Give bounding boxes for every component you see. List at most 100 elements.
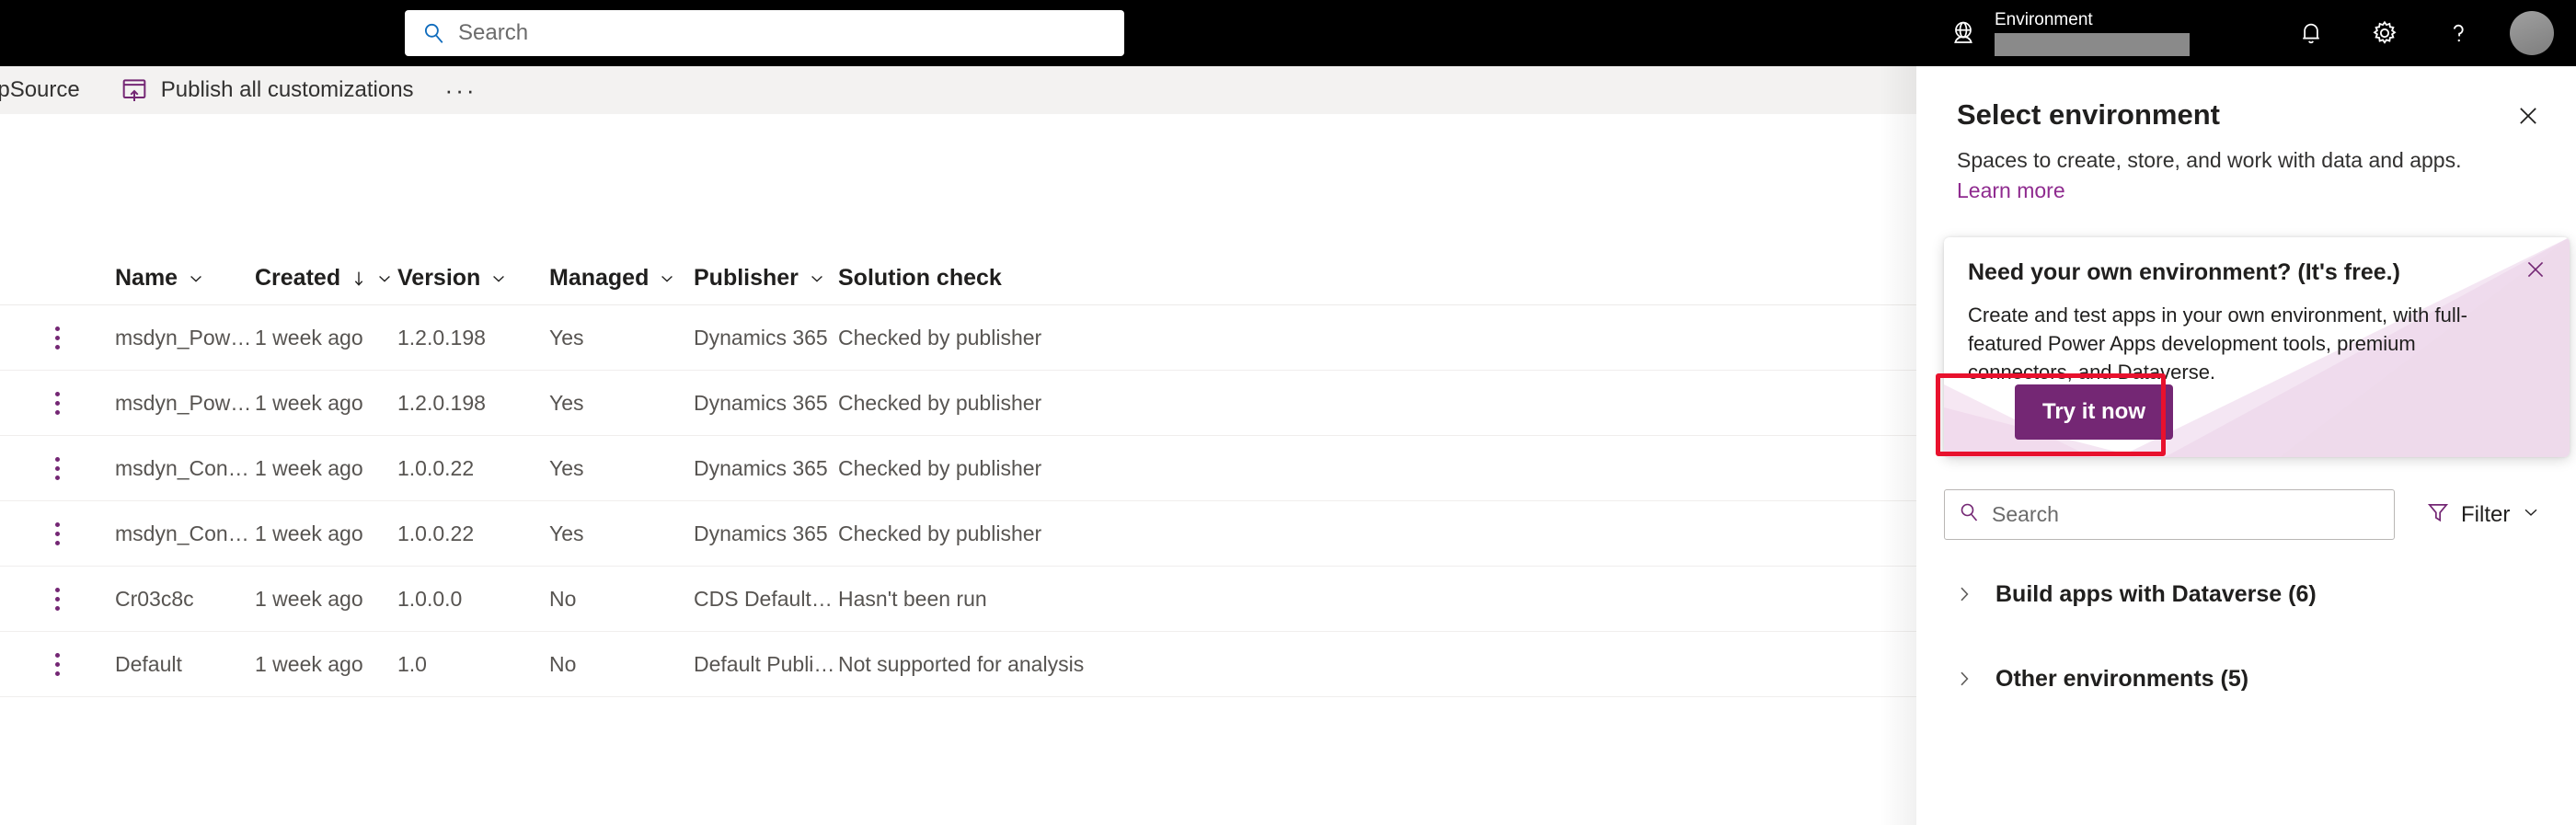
cell-created: 1 week ago [255,455,363,480]
appsource-button[interactable]: AppSource [0,66,89,114]
column-header-managed[interactable]: Managed [549,265,694,292]
command-bar: AppSource Publish all customizations ··· [0,66,1916,114]
cell-created: 1 week ago [255,521,363,545]
column-header-solution-check[interactable]: Solution check [838,265,1280,292]
cell-created: 1 week ago [255,390,363,415]
column-header-name[interactable]: Name [115,265,255,292]
table-row[interactable]: msdyn_PowerAppsC... 1 week ago 1.2.0.198… [0,371,1916,436]
close-icon[interactable] [2508,96,2548,136]
row-more-actions-icon[interactable] [0,326,115,349]
appsource-label: AppSource [0,77,80,102]
cell-name: msdyn_PowerAppsC... [115,325,255,349]
row-more-actions-icon[interactable] [0,391,115,415]
table-row[interactable]: Cr03c8c 1 week ago 1.0.0.0 No CDS Defaul… [0,567,1916,632]
cell-solution-check: Checked by publisher [838,325,1042,349]
cell-version: 1.0.0.22 [397,521,475,545]
environment-value-redacted [1995,33,2190,56]
row-more-actions-icon[interactable] [0,587,115,611]
panel-header: Select environment Spaces to create, sto… [1916,66,2576,204]
promo-body: Create and test apps in your own environ… [1968,304,2467,384]
chevron-down-icon [2521,502,2541,527]
column-header-version[interactable]: Version [397,265,549,292]
column-header-publisher[interactable]: Publisher [694,265,838,292]
cell-managed: Yes [549,521,584,545]
table-row[interactable]: msdyn_ContextualH... 1 week ago 1.0.0.22… [0,501,1916,567]
global-search-placeholder: Search [458,20,529,45]
cell-publisher: Dynamics 365 [694,521,828,545]
column-header-publisher-label: Publisher [694,265,799,291]
cell-solution-check: Checked by publisher [838,521,1042,545]
column-header-name-label: Name [115,265,178,291]
chevron-right-icon [1944,583,1995,605]
chevron-right-icon [1944,668,1995,690]
grid-header-row: Name Created Version Managed Publisher S… [0,252,1916,305]
try-it-now-button[interactable]: Try it now [2015,384,2174,440]
table-row[interactable]: msdyn_PowerAppsC... 1 week ago 1.2.0.198… [0,305,1916,371]
cell-version: 1.0 [397,651,427,676]
cell-name: msdyn_PowerAppsC... [115,390,255,415]
cell-solution-check: Checked by publisher [838,455,1042,480]
cell-name: msdyn_ContextualH... [115,455,255,480]
chevron-down-icon [808,269,826,288]
top-bar-right-cluster: Environment [1939,0,2576,66]
column-header-created[interactable]: Created [255,265,397,292]
cell-publisher: Default Publisher for... [694,651,838,676]
row-more-actions-icon[interactable] [0,521,115,545]
cell-name: Cr03c8c [115,586,194,611]
gear-icon[interactable] [2359,7,2410,59]
main-content: Name Created Version Managed Publisher S… [0,114,1916,825]
filter-label: Filter [2461,501,2511,527]
cell-solution-check: Hasn't been run [838,586,987,611]
search-icon [420,19,447,47]
environment-group-list: Build apps with Dataverse (6) Other envi… [1944,552,2570,721]
promo-callout-content: Need your own environment? (It's free.) … [1944,237,2570,386]
panel-search-row: Search Filter [1944,489,2570,540]
column-header-solution-check-label: Solution check [838,265,1002,291]
chevron-down-icon [658,269,676,288]
bell-icon[interactable] [2285,7,2337,59]
cell-version: 1.0.0.22 [397,455,475,480]
cell-version: 1.2.0.198 [397,390,486,415]
cell-managed: Yes [549,390,584,415]
environment-indicator[interactable]: Environment [1995,9,2190,57]
top-app-bar: Search Environment [0,0,2576,66]
row-more-actions-icon[interactable] [0,652,115,676]
column-header-version-label: Version [397,265,481,291]
cell-managed: No [549,651,577,676]
promo-title: Need your own environment? (It's free.) [1968,259,2400,285]
cell-name: Default [115,651,182,676]
cell-created: 1 week ago [255,325,363,349]
cell-publisher: Dynamics 365 [694,455,828,480]
publish-all-customizations-button[interactable]: Publish all customizations [89,66,414,114]
row-more-actions-icon[interactable] [0,456,115,480]
filter-funnel-icon [2426,500,2450,529]
search-input[interactable]: Search [1944,489,2395,540]
column-header-managed-label: Managed [549,265,650,291]
globe-environment-icon[interactable] [1939,9,1987,57]
cell-name: msdyn_ContextualH... [115,521,255,545]
cell-solution-check: Checked by publisher [838,390,1042,415]
command-overflow-button[interactable]: ··· [414,66,477,114]
close-icon[interactable] [2518,252,2553,287]
search-icon [1958,501,1980,528]
cell-version: 1.2.0.198 [397,325,486,349]
search-input-placeholder: Search [1992,502,2059,526]
group-row-other-environments[interactable]: Other environments (5) [1944,636,2570,721]
table-row[interactable]: Default 1 week ago 1.0 No Default Publis… [0,632,1916,697]
filter-button[interactable]: Filter [2426,500,2541,529]
cell-version: 1.0.0.0 [397,586,463,611]
cell-created: 1 week ago [255,586,363,611]
avatar[interactable] [2510,11,2554,55]
group-row-build-apps-with-dataverse[interactable]: Build apps with Dataverse (6) [1944,552,2570,636]
environment-label: Environment [1995,10,2093,29]
table-row[interactable]: msdyn_ContextualH... 1 week ago 1.0.0.22… [0,436,1916,501]
cell-publisher: Dynamics 365 [694,390,828,415]
page-title: Select environment [1957,98,2220,131]
publish-icon [119,74,150,106]
cell-managed: No [549,586,577,611]
question-mark-icon[interactable] [2432,7,2484,59]
app-root: Search Environment pSource Publish all c… [0,0,2576,825]
cell-managed: Yes [549,325,584,349]
learn-more-link[interactable]: Learn more [1957,177,2065,204]
global-search-box[interactable]: Search [405,10,1124,56]
